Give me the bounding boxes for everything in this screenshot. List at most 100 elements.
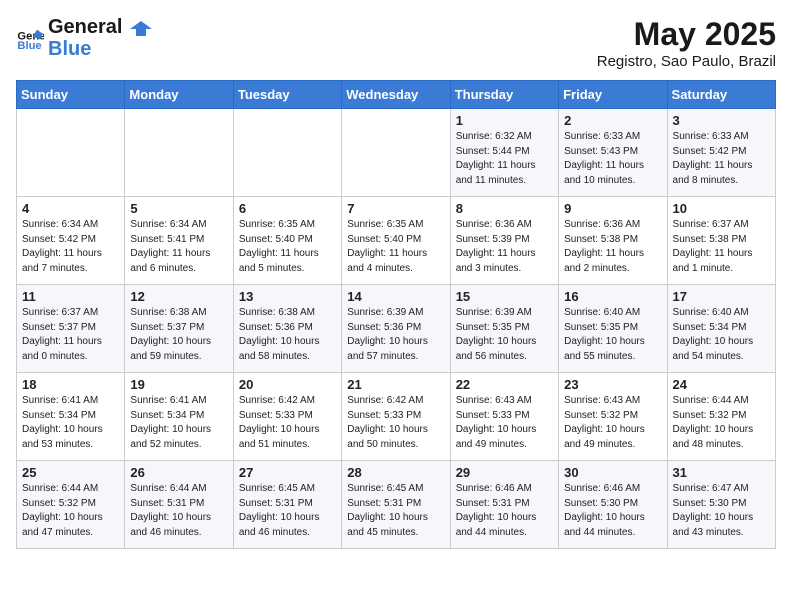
table-row [17, 109, 125, 197]
table-row: 15 Sunrise: 6:39 AM Sunset: 5:35 PM Dayli… [450, 285, 558, 373]
logo-icon: General Blue [16, 24, 44, 52]
day-info: Sunrise: 6:39 AM Sunset: 5:36 PM Dayligh… [347, 306, 444, 364]
day-number: 26 [130, 465, 227, 480]
table-row: 27 Sunrise: 6:45 AM Sunset: 5:31 PM Dayli… [233, 461, 341, 549]
day-number: 5 [130, 201, 227, 216]
day-number: 8 [456, 201, 553, 216]
day-info: Sunrise: 6:35 AM Sunset: 5:40 PM Dayligh… [347, 218, 444, 276]
table-row: 5 Sunrise: 6:34 AM Sunset: 5:41 PM Daylig… [125, 197, 233, 285]
day-info: Sunrise: 6:34 AM Sunset: 5:41 PM Dayligh… [130, 218, 227, 276]
day-number: 2 [564, 113, 661, 128]
table-row: 25 Sunrise: 6:44 AM Sunset: 5:32 PM Dayli… [17, 461, 125, 549]
day-number: 25 [22, 465, 119, 480]
logo-text: General [48, 16, 154, 38]
day-info: Sunrise: 6:43 AM Sunset: 5:33 PM Dayligh… [456, 394, 553, 452]
header-wednesday: Wednesday [342, 81, 450, 109]
location: Registro, Sao Paulo, Brazil [597, 53, 776, 70]
day-number: 30 [564, 465, 661, 480]
day-info: Sunrise: 6:44 AM Sunset: 5:31 PM Dayligh… [130, 482, 227, 540]
day-number: 21 [347, 377, 444, 392]
day-info: Sunrise: 6:45 AM Sunset: 5:31 PM Dayligh… [347, 482, 444, 540]
day-number: 31 [673, 465, 770, 480]
svg-text:Blue: Blue [17, 40, 41, 52]
day-info: Sunrise: 6:43 AM Sunset: 5:32 PM Dayligh… [564, 394, 661, 452]
day-number: 28 [347, 465, 444, 480]
header-tuesday: Tuesday [233, 81, 341, 109]
table-row: 3 Sunrise: 6:33 AM Sunset: 5:42 PM Daylig… [667, 109, 775, 197]
day-info: Sunrise: 6:47 AM Sunset: 5:30 PM Dayligh… [673, 482, 770, 540]
day-info: Sunrise: 6:42 AM Sunset: 5:33 PM Dayligh… [239, 394, 336, 452]
day-info: Sunrise: 6:39 AM Sunset: 5:35 PM Dayligh… [456, 306, 553, 364]
header-sunday: Sunday [17, 81, 125, 109]
table-row: 23Sunrise: 6:43 AM Sunset: 5:32 PM Dayli… [559, 373, 667, 461]
day-number: 6 [239, 201, 336, 216]
day-number: 15 [456, 289, 553, 304]
table-row: 16Sunrise: 6:40 AM Sunset: 5:35 PM Dayli… [559, 285, 667, 373]
table-row [233, 109, 341, 197]
calendar-week-row: 25 Sunrise: 6:44 AM Sunset: 5:32 PM Dayli… [17, 461, 776, 549]
table-row: 17 Sunrise: 6:40 AM Sunset: 5:34 PM Dayli… [667, 285, 775, 373]
table-row: 24 Sunrise: 6:44 AM Sunset: 5:32 PM Dayli… [667, 373, 775, 461]
table-row: 22 Sunrise: 6:43 AM Sunset: 5:33 PM Dayli… [450, 373, 558, 461]
day-info: Sunrise: 6:38 AM Sunset: 5:36 PM Dayligh… [239, 306, 336, 364]
table-row: 26 Sunrise: 6:44 AM Sunset: 5:31 PM Dayli… [125, 461, 233, 549]
day-info: Sunrise: 6:33 AM Sunset: 5:42 PM Dayligh… [673, 130, 770, 188]
day-number: 10 [673, 201, 770, 216]
day-number: 3 [673, 113, 770, 128]
table-row: 20Sunrise: 6:42 AM Sunset: 5:33 PM Dayli… [233, 373, 341, 461]
day-number: 18 [22, 377, 119, 392]
table-row: 12Sunrise: 6:38 AM Sunset: 5:37 PM Dayli… [125, 285, 233, 373]
day-info: Sunrise: 6:46 AM Sunset: 5:31 PM Dayligh… [456, 482, 553, 540]
table-row: 28 Sunrise: 6:45 AM Sunset: 5:31 PM Dayli… [342, 461, 450, 549]
day-number: 27 [239, 465, 336, 480]
table-row: 13 Sunrise: 6:38 AM Sunset: 5:36 PM Dayli… [233, 285, 341, 373]
table-row: 6Sunrise: 6:35 AM Sunset: 5:40 PM Daylig… [233, 197, 341, 285]
day-info: Sunrise: 6:42 AM Sunset: 5:33 PM Dayligh… [347, 394, 444, 452]
calendar-week-row: 18Sunrise: 6:41 AM Sunset: 5:34 PM Dayli… [17, 373, 776, 461]
day-number: 29 [456, 465, 553, 480]
day-info: Sunrise: 6:33 AM Sunset: 5:43 PM Dayligh… [564, 130, 661, 188]
day-number: 22 [456, 377, 553, 392]
day-info: Sunrise: 6:46 AM Sunset: 5:30 PM Dayligh… [564, 482, 661, 540]
page-header: General Blue General Blue May 2025 Regis… [16, 16, 776, 70]
day-number: 4 [22, 201, 119, 216]
calendar-week-row: 1Sunrise: 6:32 AM Sunset: 5:44 PM Daylig… [17, 109, 776, 197]
day-info: Sunrise: 6:44 AM Sunset: 5:32 PM Dayligh… [22, 482, 119, 540]
table-row [125, 109, 233, 197]
day-info: Sunrise: 6:36 AM Sunset: 5:39 PM Dayligh… [456, 218, 553, 276]
day-number: 17 [673, 289, 770, 304]
day-info: Sunrise: 6:36 AM Sunset: 5:38 PM Dayligh… [564, 218, 661, 276]
logo: General Blue General Blue [16, 16, 154, 60]
header-friday: Friday [559, 81, 667, 109]
header-monday: Monday [125, 81, 233, 109]
table-row: 9 Sunrise: 6:36 AM Sunset: 5:38 PM Daylig… [559, 197, 667, 285]
day-info: Sunrise: 6:37 AM Sunset: 5:38 PM Dayligh… [673, 218, 770, 276]
table-row: 7 Sunrise: 6:35 AM Sunset: 5:40 PM Daylig… [342, 197, 450, 285]
day-info: Sunrise: 6:38 AM Sunset: 5:37 PM Dayligh… [130, 306, 227, 364]
table-row: 2 Sunrise: 6:33 AM Sunset: 5:43 PM Daylig… [559, 109, 667, 197]
day-info: Sunrise: 6:45 AM Sunset: 5:31 PM Dayligh… [239, 482, 336, 540]
month-year: May 2025 [597, 16, 776, 53]
table-row: 30 Sunrise: 6:46 AM Sunset: 5:30 PM Dayli… [559, 461, 667, 549]
table-row: 11Sunrise: 6:37 AM Sunset: 5:37 PM Dayli… [17, 285, 125, 373]
calendar-week-row: 11Sunrise: 6:37 AM Sunset: 5:37 PM Dayli… [17, 285, 776, 373]
table-row: 19Sunrise: 6:41 AM Sunset: 5:34 PM Dayli… [125, 373, 233, 461]
day-number: 13 [239, 289, 336, 304]
table-row: 8 Sunrise: 6:36 AM Sunset: 5:39 PM Daylig… [450, 197, 558, 285]
logo-bird-icon [130, 19, 152, 37]
table-row: 10 Sunrise: 6:37 AM Sunset: 5:38 PM Dayli… [667, 197, 775, 285]
calendar-week-row: 4Sunrise: 6:34 AM Sunset: 5:42 PM Daylig… [17, 197, 776, 285]
day-number: 11 [22, 289, 119, 304]
day-info: Sunrise: 6:44 AM Sunset: 5:32 PM Dayligh… [673, 394, 770, 452]
table-row: 4Sunrise: 6:34 AM Sunset: 5:42 PM Daylig… [17, 197, 125, 285]
header-thursday: Thursday [450, 81, 558, 109]
day-info: Sunrise: 6:40 AM Sunset: 5:35 PM Dayligh… [564, 306, 661, 364]
table-row: 1Sunrise: 6:32 AM Sunset: 5:44 PM Daylig… [450, 109, 558, 197]
day-number: 19 [130, 377, 227, 392]
day-number: 9 [564, 201, 661, 216]
day-number: 1 [456, 113, 553, 128]
day-info: Sunrise: 6:40 AM Sunset: 5:34 PM Dayligh… [673, 306, 770, 364]
day-number: 7 [347, 201, 444, 216]
logo-blue-text: Blue [48, 38, 154, 60]
day-number: 24 [673, 377, 770, 392]
